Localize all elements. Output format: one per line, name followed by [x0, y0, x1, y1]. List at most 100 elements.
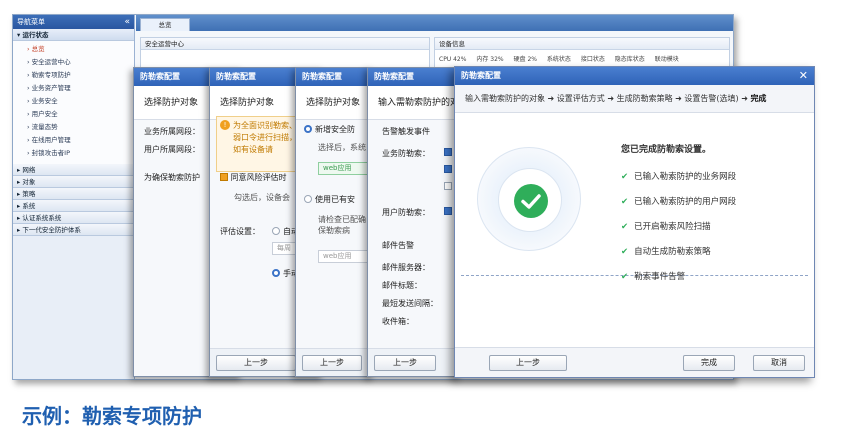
new-policy-hint: 选择后，系统 [318, 143, 366, 152]
step-5-current: 完成 [750, 94, 767, 103]
dialog-footer: 上一步 [368, 348, 461, 376]
radio-icon[interactable] [272, 227, 280, 235]
nav-group-label: 网络 [22, 166, 36, 174]
radio-icon[interactable] [272, 269, 280, 277]
checkbox-icon[interactable] [444, 182, 452, 190]
radio-label: 新增安全防 [315, 125, 355, 134]
warning-text: 为全面识别勒索、弱口令进行扫描，如有设备请 [233, 121, 297, 154]
done-item-label: 自动生成防勒索策略 [634, 247, 711, 257]
biz-protect-checkbox-3[interactable] [444, 182, 452, 192]
panel-title: 设备信息 [435, 38, 729, 50]
sidebar-item-soc[interactable]: › 安全运营中心 [13, 56, 134, 69]
nav-group-label: 策略 [22, 190, 36, 198]
collapse-icon[interactable]: « [124, 15, 130, 29]
biz-protect-checkbox-2[interactable] [444, 165, 452, 174]
user-segment-label: 用户所属网段： [144, 145, 200, 154]
dialog-footer: 上一步 完成 取消 [455, 347, 814, 377]
check-icon: ✔ [621, 197, 629, 207]
biz-protect-checkbox[interactable] [444, 148, 452, 157]
arrow-icon: ➜ [741, 94, 748, 103]
agree-hint: 勾选后，设备会 [234, 193, 290, 202]
radio-icon[interactable] [304, 195, 312, 203]
user-protect-label: 用户防勒索： [382, 208, 430, 217]
dialog-step-heading: 选择防护对象 [296, 86, 374, 120]
cancel-button[interactable]: 取消 [753, 355, 805, 371]
sidebar-item-overview[interactable]: › 总览 [13, 43, 134, 56]
checkbox-icon[interactable] [444, 207, 452, 215]
sidebar-item-block-ip[interactable]: › 封锁攻击者IP [13, 147, 134, 160]
nav-group-running[interactable]: ▾ 运行状态 [13, 29, 134, 41]
web-app-tag-2[interactable]: web应用 [318, 250, 368, 263]
agree-checkbox[interactable]: 同意风险评估时 [220, 172, 287, 183]
sidebar-item-user-security[interactable]: › 用户安全 [13, 108, 134, 121]
prev-button[interactable]: 上一步 [302, 355, 362, 371]
success-badge-inner [498, 168, 562, 232]
wizard-dialog-4: 防勒索配置 输入需勒索防护的对象 告警触发事件 业务防勒索： 用户防勒索： 邮件… [367, 67, 462, 377]
web-app-tag[interactable]: web应用 [318, 162, 368, 175]
check-icon: ✔ [621, 222, 629, 232]
arrow-icon: ➜ [607, 94, 615, 103]
stat-cpu: CPU 42% [439, 56, 467, 63]
nav-group-system[interactable]: ▸ 系统 [13, 200, 134, 212]
sidebar-item-label: 安全运营中心 [31, 58, 71, 66]
completion-title: 您已完成防勒索设置。 [621, 145, 712, 155]
nav-group-label: 运行状态 [22, 31, 49, 39]
nav-header: 导航菜单 « [13, 15, 134, 29]
arrow-icon: ➜ [675, 94, 682, 103]
done-item: ✔ 勒索事件告警 [621, 270, 685, 282]
prev-button[interactable]: 上一步 [489, 355, 567, 371]
sidebar-item-label: 用户安全 [31, 110, 58, 118]
close-icon[interactable]: ✕ [799, 67, 808, 85]
sidebar-item-ransom[interactable]: › 勒索专项防护 [13, 69, 134, 82]
sidebar-item-label: 流量态势 [31, 123, 58, 131]
alert-events-label: 告警触发事件 [382, 127, 430, 136]
prev-button[interactable]: 上一步 [374, 355, 436, 371]
nav-group-ngsec[interactable]: ▸ 下一代安全防护体系 [13, 224, 134, 236]
mail-subject-label: 邮件标题： [382, 281, 422, 290]
step-2: 设置评估方式 [556, 94, 605, 103]
check-icon: ✔ [621, 272, 629, 282]
nav-group-network[interactable]: ▸ 网络 [13, 164, 134, 176]
done-item-label: 已开启勒索风险扫描 [634, 222, 711, 232]
panel-title: 安全运营中心 [141, 38, 429, 50]
new-policy-radio[interactable]: 新增安全防 [304, 124, 355, 135]
wizard-dialog-3: 防勒索配置 选择防护对象 新增安全防 选择后，系统 web应用 使用已有安 请检… [295, 67, 375, 377]
checkbox-icon[interactable] [444, 165, 452, 173]
nav-title: 导航菜单 [17, 18, 45, 26]
sidebar-item-label: 勒索专项防护 [31, 71, 71, 79]
recipient-label: 收件箱： [382, 317, 414, 326]
checkbox-icon[interactable] [220, 173, 228, 181]
step-1: 输入需勒索防护的对象 [465, 94, 545, 103]
stat-system[interactable]: 系统状态 [547, 56, 571, 63]
prev-button[interactable]: 上一步 [216, 355, 296, 371]
done-item-label: 已输入勒索防护的业务网段 [634, 172, 737, 182]
dialog-footer: 上一步 [296, 348, 374, 376]
checkbox-icon[interactable] [444, 148, 452, 156]
stat-linkage[interactable]: 联动模块 [655, 56, 679, 63]
done-item: ✔ 已开启勒索风险扫描 [621, 220, 711, 232]
success-check-icon [514, 184, 548, 218]
stat-interface[interactable]: 接口状态 [581, 56, 605, 63]
step-breadcrumb: 输入需勒索防护的对象 ➜ 设置评估方式 ➜ 生成防勒索策略 ➜ 设置告警(选填)… [455, 85, 814, 113]
sidebar-item-label: 总览 [31, 45, 45, 53]
sidebar-item-biz-security[interactable]: › 业务安全 [13, 95, 134, 108]
nav-group-auth[interactable]: ▸ 认证系统系统 [13, 212, 134, 224]
scan-warning: ! 为全面识别勒索、弱口令进行扫描，如有设备请 [216, 116, 306, 172]
sidebar-item-label: 在线用户管理 [31, 136, 71, 144]
mail-server-label: 邮件服务器： [382, 263, 430, 272]
nav-group-policy[interactable]: ▸ 策略 [13, 188, 134, 200]
finish-button[interactable]: 完成 [683, 355, 735, 371]
sidebar-item-online-users[interactable]: › 在线用户管理 [13, 134, 134, 147]
sidebar-item-traffic[interactable]: › 流量态势 [13, 121, 134, 134]
radio-icon[interactable] [304, 125, 312, 133]
stat-lib[interactable]: 隐态库状态 [615, 56, 645, 63]
done-item: ✔ 自动生成防勒索策略 [621, 245, 711, 257]
sidebar-item-assets[interactable]: › 业务资产管理 [13, 82, 134, 95]
existing-policy-radio[interactable]: 使用已有安 [304, 194, 355, 205]
ensure-label: 为确保勒索防护 [144, 173, 200, 182]
nav-group-objects[interactable]: ▸ 对象 [13, 176, 134, 188]
tab-overview[interactable]: 总览 [140, 18, 190, 31]
user-protect-checkbox[interactable] [444, 207, 452, 216]
warning-icon: ! [220, 120, 230, 130]
eval-settings-label: 评估设置： [220, 227, 260, 236]
